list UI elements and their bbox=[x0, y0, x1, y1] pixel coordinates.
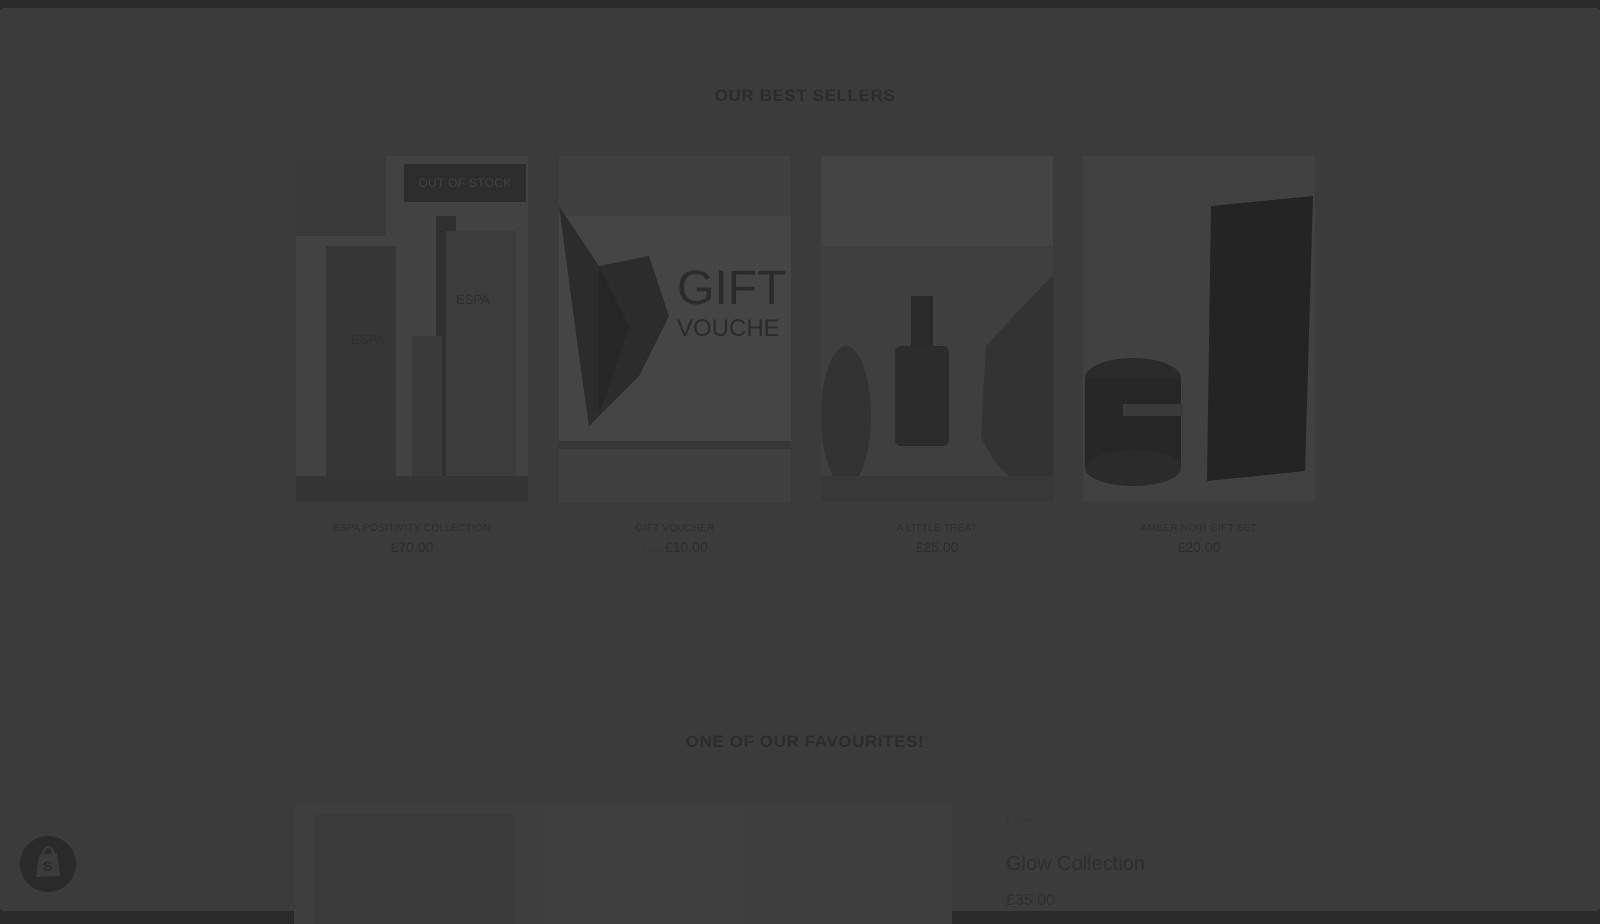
product-name[interactable]: GIFT VOUCHER bbox=[559, 523, 791, 534]
price-value: £10.00 bbox=[664, 539, 708, 555]
favourite-product-image[interactable] bbox=[294, 804, 952, 924]
product-price: £70.00 bbox=[296, 539, 528, 555]
product-card[interactable]: A LITTLE TREAT £25.00 bbox=[821, 156, 1053, 555]
shopify-bag-icon: S bbox=[33, 845, 63, 884]
product-name[interactable]: AMBER NOIR GIFT SET bbox=[1083, 523, 1315, 534]
favourite-product-title[interactable]: Glow Collection bbox=[1006, 853, 1145, 876]
product-name[interactable]: A LITTLE TREAT bbox=[821, 523, 1053, 534]
product-price: £25.00 bbox=[821, 539, 1053, 555]
product-image[interactable]: GIFT VOUCHE bbox=[559, 156, 791, 502]
product-price: £20.00 bbox=[1083, 539, 1315, 555]
product-price: From £10.00 bbox=[559, 539, 791, 555]
favourite-product-price: £35.00 bbox=[1006, 892, 1055, 909]
favourites-title: ONE OF OUR FAVOURITES! bbox=[685, 732, 925, 751]
product-image[interactable] bbox=[821, 156, 1053, 502]
product-card[interactable]: ESPA ESPA OUT OF STOCK ESPA POSITIVITY C… bbox=[296, 156, 528, 555]
product-card[interactable]: AMBER NOIR GIFT SET £20.00 bbox=[1083, 156, 1315, 555]
product-name[interactable]: ESPA POSITIVITY COLLECTION bbox=[296, 523, 528, 534]
product-vendor: ESPA bbox=[1006, 816, 1033, 826]
price-value: £70.00 bbox=[390, 539, 434, 555]
voucher-text: VOUCHE bbox=[677, 315, 780, 342]
espa-label: ESPA bbox=[351, 332, 385, 347]
product-image[interactable] bbox=[1083, 156, 1315, 502]
out-of-stock-badge: OUT OF STOCK bbox=[404, 164, 526, 202]
price-value: £20.00 bbox=[1177, 539, 1221, 555]
gift-text: GIFT bbox=[677, 262, 786, 315]
from-label: From bbox=[642, 545, 661, 554]
product-image[interactable]: ESPA ESPA OUT OF STOCK bbox=[296, 156, 528, 502]
svg-text:S: S bbox=[43, 858, 52, 874]
page-overlay: OUR BEST SELLERS ESPA ESPA OUT OF STOCK … bbox=[0, 8, 1600, 924]
espa-label: ESPA bbox=[456, 292, 490, 307]
best-sellers-title: OUR BEST SELLERS bbox=[714, 86, 896, 105]
product-card[interactable]: GIFT VOUCHE GIFT VOUCHER From £10.00 bbox=[559, 156, 791, 555]
shopify-chat-button[interactable]: S bbox=[20, 836, 76, 892]
price-value: £25.00 bbox=[915, 539, 959, 555]
